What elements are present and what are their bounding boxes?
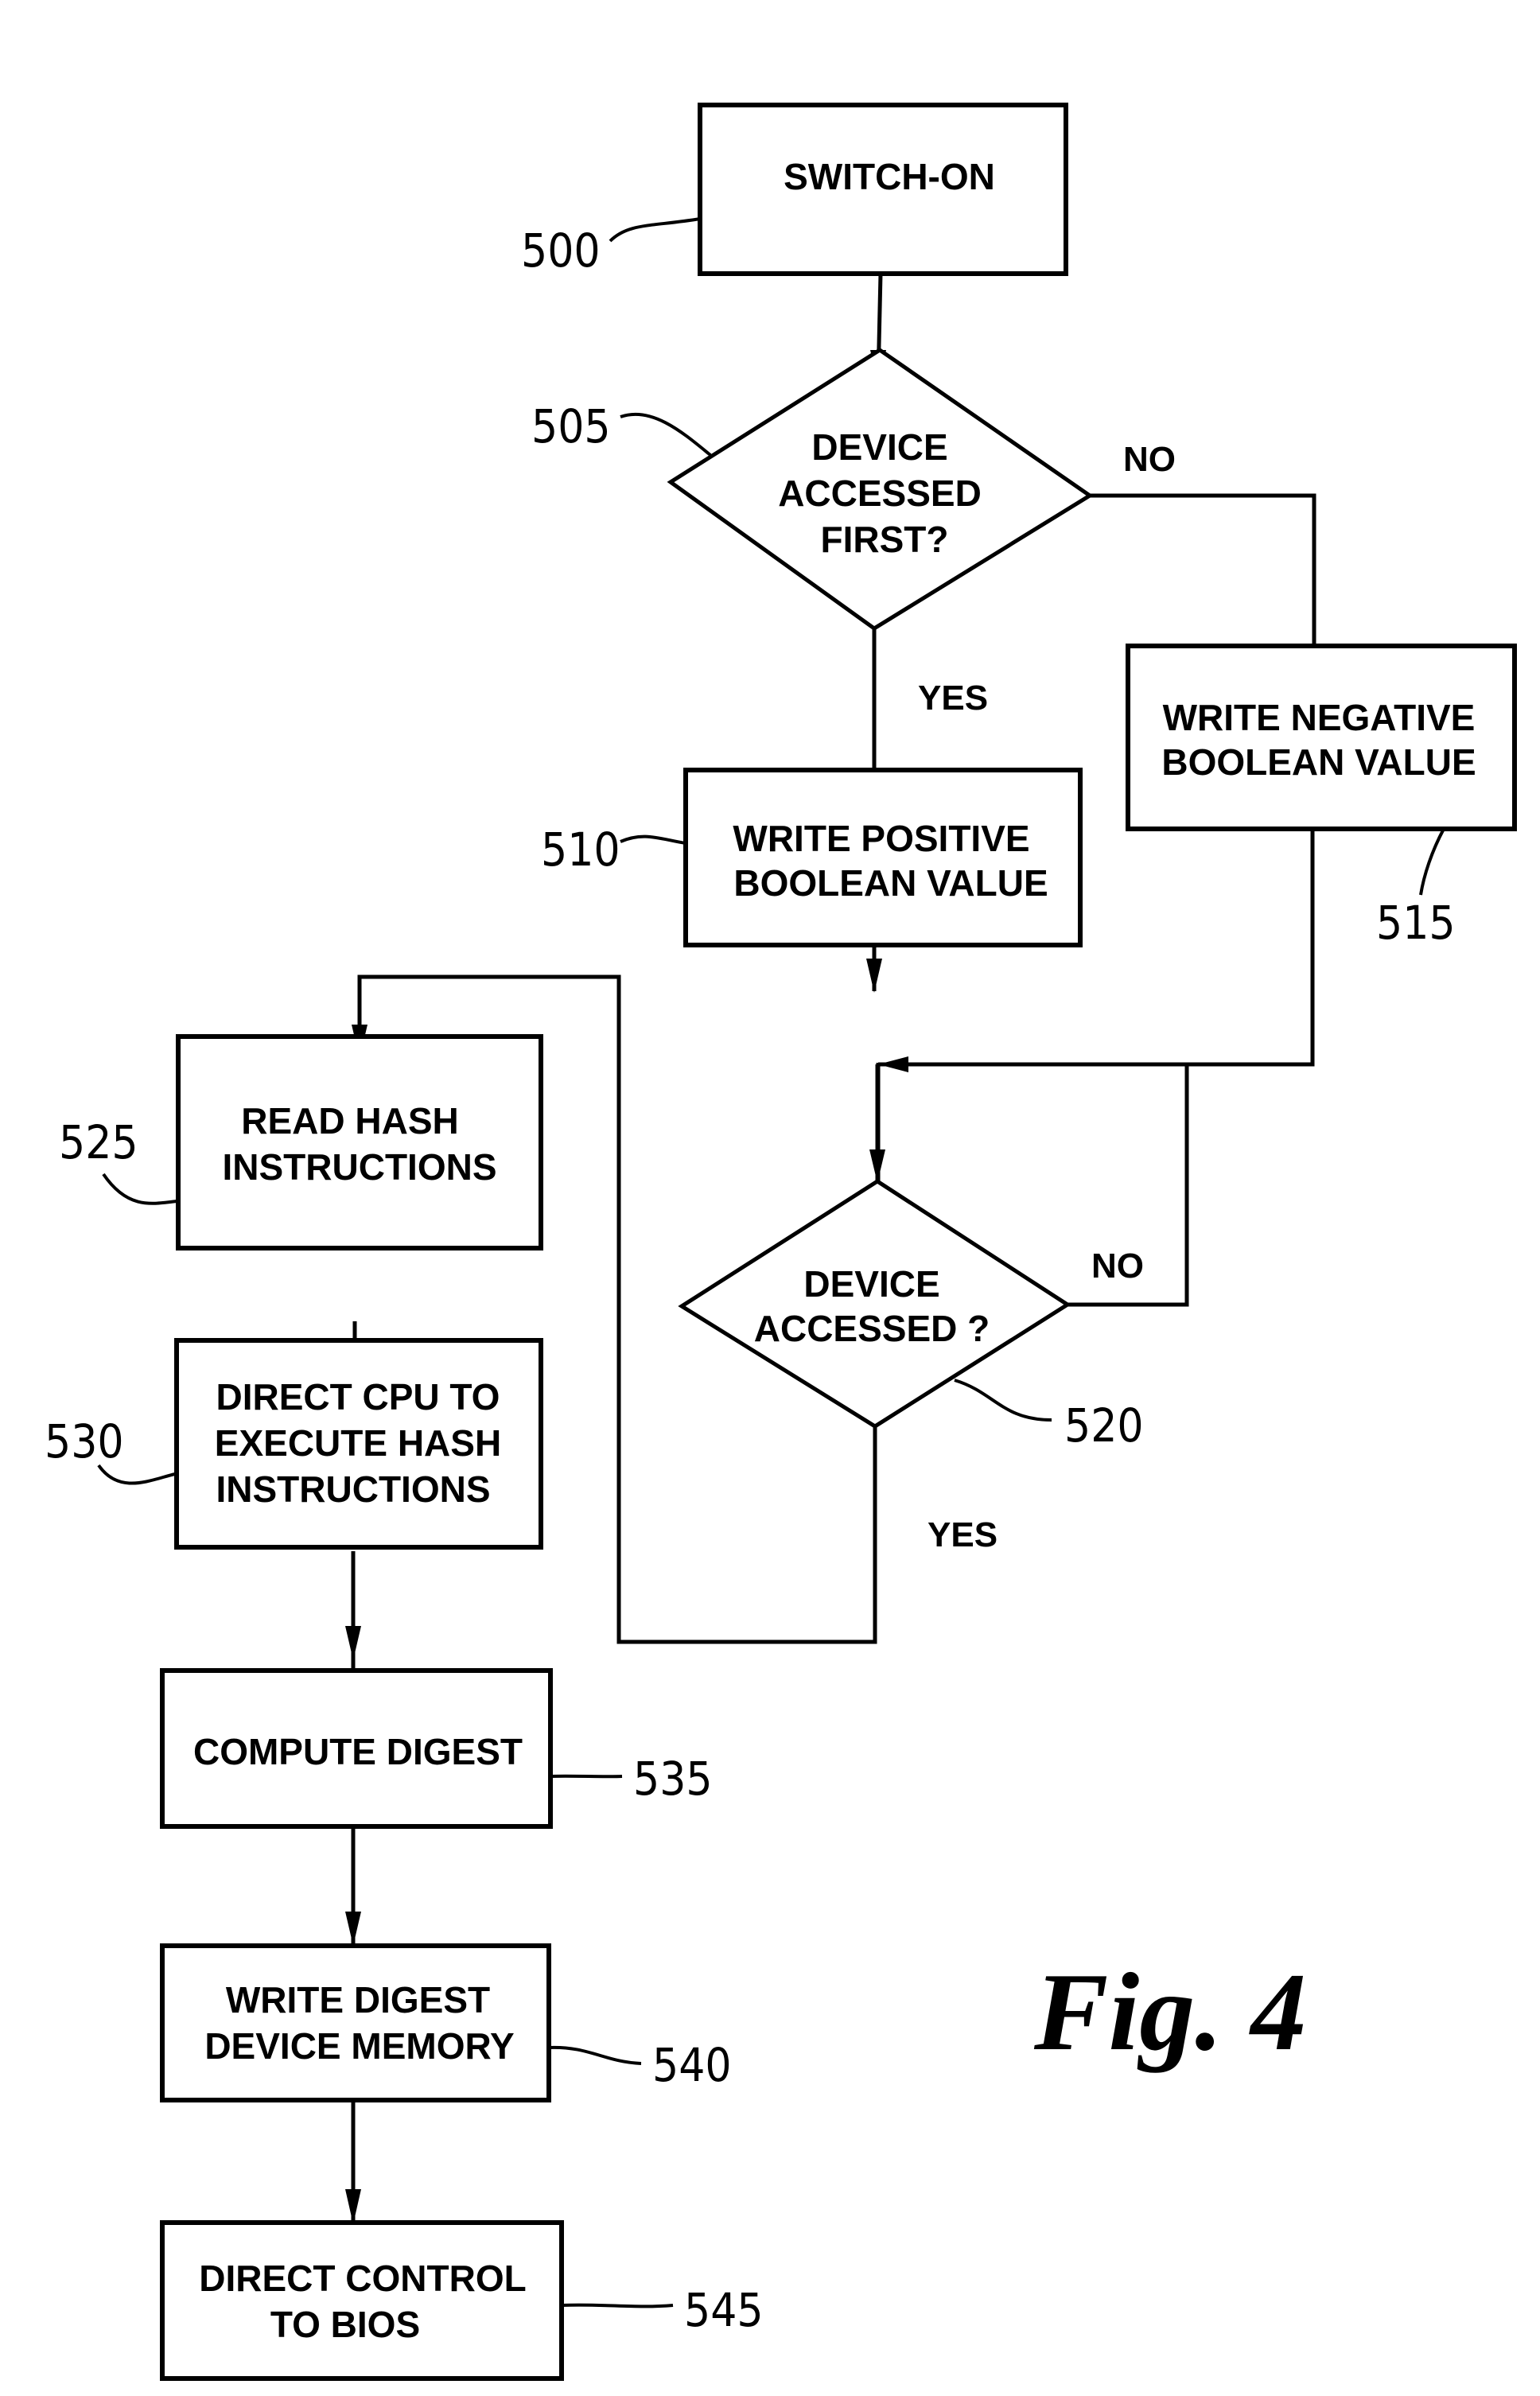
leader-520: [954, 1379, 1052, 1422]
node-520-text-1: DEVICE: [803, 1263, 939, 1305]
node-540-text-1: WRITE DIGEST: [226, 1979, 490, 2021]
ref-545: 545: [561, 2283, 764, 2337]
node-530-text-2: EXECUTE HASH: [215, 1422, 501, 1464]
ref-520-text: 520: [1064, 1398, 1144, 1453]
node-545-text-2: TO BIOS: [270, 2304, 420, 2345]
leader-525: [102, 1173, 177, 1205]
node-515-text-1: WRITE NEGATIVE: [1163, 697, 1476, 738]
ref-500: 500: [521, 217, 701, 278]
leader-545: [561, 2303, 674, 2308]
node-505-text-3: FIRST?: [821, 519, 949, 560]
ref-505: 505: [531, 399, 712, 457]
node-515: WRITE NEGATIVE BOOLEAN VALUE: [1126, 644, 1517, 831]
ref-515: 515: [1376, 828, 1456, 950]
ref-530-text: 530: [45, 1414, 124, 1468]
node-510-text-1: WRITE POSITIVE: [733, 818, 1029, 859]
branch-label-505-yes: YES: [918, 679, 988, 718]
arrowhead-520: [869, 1149, 885, 1183]
ref-540-text: 540: [652, 2038, 732, 2092]
ref-535: 535: [550, 1752, 713, 1806]
node-530-text-1: DIRECT CPU TO: [216, 1376, 500, 1418]
node-500-text: SWITCH-ON: [784, 156, 995, 197]
arrowhead-510: [866, 959, 882, 993]
flowchart: SWITCH-ON DEVICE ACCESSED FIRST? WRITE P…: [45, 103, 1517, 2381]
node-505-text-1: DEVICE: [811, 426, 947, 468]
node-530: DIRECT CPU TO EXECUTE HASH INSTRUCTIONS: [174, 1338, 543, 1550]
node-515-text-2: BOOLEAN VALUE: [1161, 741, 1476, 783]
node-530-text-3: INSTRUCTIONS: [216, 1468, 491, 1510]
ref-525-text: 525: [59, 1115, 138, 1169]
node-520: DEVICE ACCESSED ?: [678, 1179, 1071, 1429]
arrowhead-junction: [878, 1056, 908, 1072]
ref-540: 540: [548, 2038, 732, 2092]
node-510: WRITE POSITIVE BOOLEAN VALUE: [683, 768, 1083, 947]
ref-520: 520: [954, 1379, 1144, 1453]
node-525-text-1: READ HASH: [241, 1100, 458, 1142]
ref-505-text: 505: [531, 399, 611, 453]
ref-525: 525: [59, 1115, 177, 1205]
arrowhead-545: [345, 2189, 361, 2224]
ref-500-text: 500: [521, 224, 601, 278]
branch-label-520-no: NO: [1091, 1247, 1144, 1286]
node-525-shape: [176, 1034, 543, 1251]
leader-505: [620, 412, 712, 457]
ref-510-text: 510: [541, 823, 620, 877]
ref-545-text: 545: [684, 2283, 764, 2337]
figure-caption: Fig. 4: [1033, 1951, 1306, 2074]
node-540-text-2: DEVICE MEMORY: [204, 2025, 514, 2067]
leader-515: [1419, 828, 1445, 896]
node-545: DIRECT CONTROL TO BIOS: [160, 2220, 564, 2381]
leader-510: [620, 834, 686, 845]
leader-535: [550, 1774, 623, 1779]
node-535-text: COMPUTE DIGEST: [193, 1731, 523, 1772]
branch-label-520-yes: YES: [928, 1515, 998, 1554]
node-520-text-2: ACCESSED ?: [754, 1308, 990, 1349]
ref-510: 510: [541, 823, 686, 877]
node-500: SWITCH-ON: [698, 103, 1068, 276]
leader-540: [548, 2045, 642, 2065]
branch-label-505-no: NO: [1123, 440, 1176, 479]
node-545-shape: [160, 2220, 564, 2381]
node-535: COMPUTE DIGEST: [160, 1668, 553, 1829]
node-540-shape: [160, 1943, 551, 2102]
ref-515-text: 515: [1376, 896, 1456, 950]
leader-500: [609, 217, 701, 243]
node-525-text-2: INSTRUCTIONS: [223, 1146, 497, 1188]
node-540: WRITE DIGEST DEVICE MEMORY: [160, 1943, 551, 2102]
node-505: DEVICE ACCESSED FIRST?: [667, 348, 1094, 632]
arrowhead-540: [345, 1912, 361, 1946]
ref-535-text: 535: [633, 1752, 713, 1806]
arrowhead-535: [345, 1626, 361, 1660]
node-545-text-1: DIRECT CONTROL: [199, 2258, 526, 2299]
node-525: READ HASH INSTRUCTIONS: [176, 1034, 543, 1251]
node-505-text-2: ACCESSED: [778, 473, 982, 514]
node-510-text-2: BOOLEAN VALUE: [733, 862, 1048, 904]
ref-530: 530: [45, 1414, 176, 1485]
